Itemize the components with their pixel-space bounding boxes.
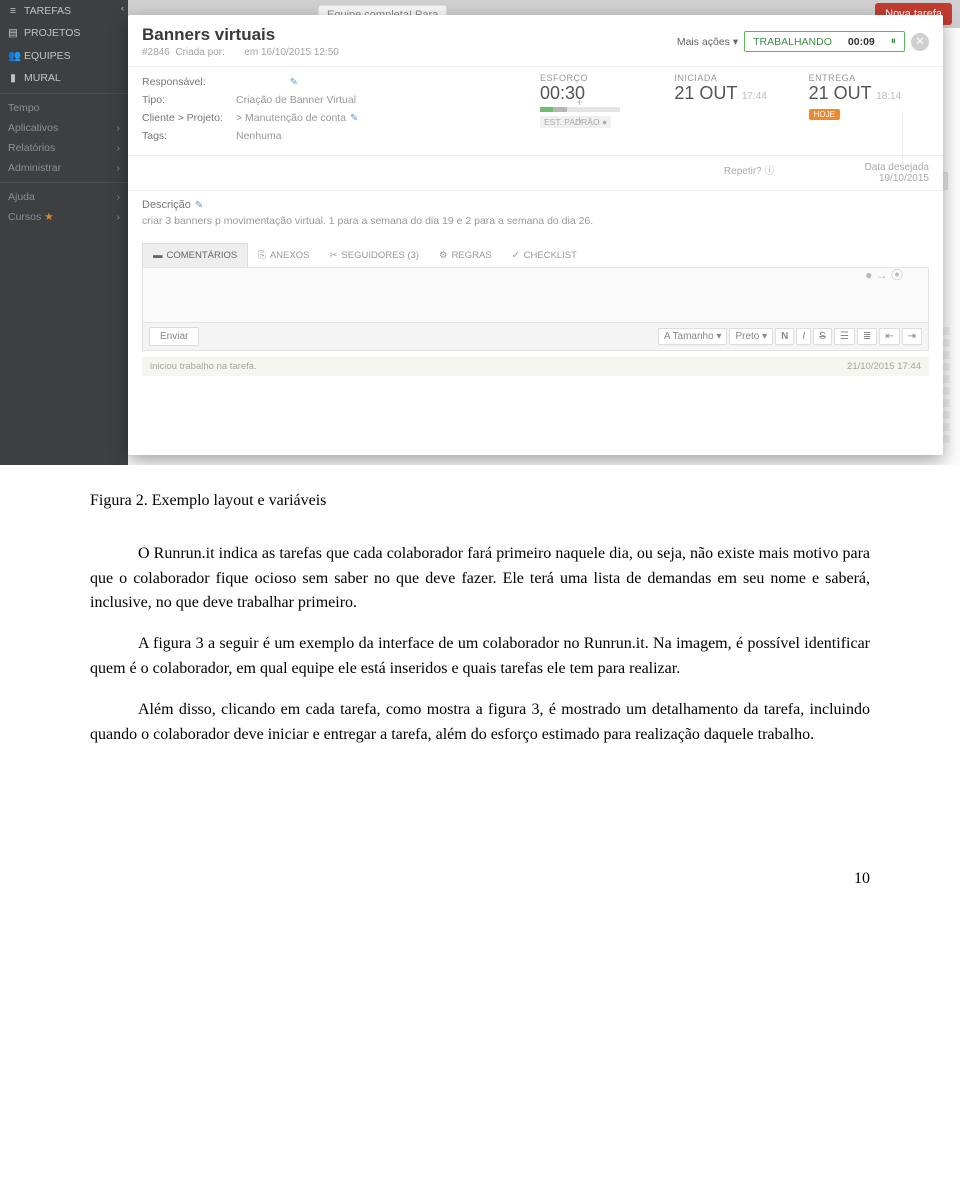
teams-icon: 👥 [8,49,18,62]
sidebar: ‹ ≡ TAREFAS ▤ PROJETOS 👥 EQUIPES ▮ MURAL Tem… [0,0,128,465]
desired-date: Data desejada19/10/2015 [865,162,930,184]
paragraph: A figura 3 a seguir é um exemplo da inte… [90,632,870,682]
edit-icon[interactable]: ✎ [195,200,203,211]
mural-icon: ▮ [8,72,18,84]
sidebar-item-projetos[interactable]: ▤ PROJETOS [0,22,128,44]
font-color-dropdown[interactable]: Preto ▾ [729,328,773,345]
comment-textarea[interactable] [143,268,928,322]
projects-icon: ▤ [8,27,18,39]
indent-button[interactable]: ⇤ [879,328,899,345]
tab-regras[interactable]: ⚙REGRAS [429,243,502,267]
rules-icon: ⚙ [439,250,448,261]
task-status-badge[interactable]: TRABALHANDO 00:09 ⏸ [744,31,905,52]
sidebar-item-mural[interactable]: ▮ MURAL [0,67,128,89]
client-project-label: Cliente > Projeto: [142,112,236,124]
comment-icon: ▬ [153,250,163,261]
strike-button[interactable]: S [813,328,832,345]
sidebar-item-administrar[interactable]: Administrar› [0,158,128,178]
ol-button[interactable]: ≣ [857,328,877,345]
italic-button[interactable]: I [796,328,811,345]
sidebar-item-label: PROJETOS [24,27,80,39]
tab-checklist[interactable]: ✓CHECKLIST [502,243,587,267]
more-actions-dropdown[interactable]: Mais ações ▾ [677,36,738,48]
tags-value[interactable]: Nenhuma [236,130,282,142]
edit-icon[interactable]: ✎ [290,77,298,88]
effort-value: 00:30 [540,83,660,104]
sidebar-item-equipes[interactable]: 👥 EQUIPES [0,44,128,67]
tab-seguidores[interactable]: ✂SEGUIDORES (3) [319,243,429,267]
close-icon[interactable]: ✕ [911,33,929,51]
sidebar-item-ajuda[interactable]: Ajuda› [0,187,128,207]
responsible-value[interactable]: ✎ [236,76,298,88]
sidebar-item-label: EQUIPES [24,50,71,62]
plus-icon[interactable]: + [576,95,583,109]
started-time: 17:44 [742,91,767,102]
started-card: INICIADA 21 OUT 17:44 [674,73,794,145]
log-text: iniciou trabalho na tarefa. [150,361,257,372]
paragraph: Além disso, clicando em cada tarefa, com… [90,698,870,748]
sidebar-item-relatorios[interactable]: Relatórios› [0,138,128,158]
due-card: ENTREGA 21 OUT 18:14 HOJE [809,73,929,145]
responsible-label: Responsável: [142,76,236,88]
task-meta: #2846 Criada por: em 16/10/2015 12:50 [142,47,339,58]
font-size-dropdown[interactable]: A Tamanho ▾ [658,328,728,345]
task-title: Banners virtuais [142,25,339,45]
document-body: Figura 2. Exemplo layout e variáveis O R… [90,489,870,892]
app-screenshot: ‹ ≡ TAREFAS ▤ PROJETOS 👥 EQUIPES ▮ MURAL Tem… [0,0,960,465]
sidebar-item-cursos[interactable]: Cursos ★› [0,207,128,227]
started-date: 21 OUT [674,83,737,103]
sidebar-item-tarefas[interactable]: ≡ TAREFAS [0,0,128,22]
attachment-icon: ⎘ [258,250,266,261]
effort-label: ESFORÇO [540,73,660,83]
collaborator-dropdown[interactable]: ● → ⦿ [865,266,903,283]
task-modal: Banners virtuais #2846 Criada por: em 16… [128,15,943,455]
star-icon: ★ [44,211,53,223]
today-badge: HOJE [809,109,840,120]
pause-icon[interactable]: ⏸ [891,35,896,48]
check-icon: ✓ [512,250,520,261]
paragraph: O Runrun.it indica as tarefas que cada c… [90,542,870,616]
client-project-value[interactable]: > Manutenção de conta ✎ [236,112,358,124]
type-label: Tipo: [142,94,236,106]
tab-anexos[interactable]: ⎘ANEXOS [248,243,319,267]
started-label: INICIADA [674,73,794,83]
edit-icon[interactable]: ✎ [350,113,358,124]
description-text: criar 3 banners p movimentação virtual. … [142,215,929,227]
sidebar-item-tempo[interactable]: Tempo [0,98,128,118]
editor-toolbar: A Tamanho ▾ Preto ▾ N I S ☰ ≣ ⇤ ⇥ [658,328,922,345]
tasks-icon: ≡ [8,5,18,17]
task-tabs: ▬COMENTÁRIOS ⎘ANEXOS ✂SEGUIDORES (3) ⚙RE… [142,243,943,267]
tags-label: Tags: [142,130,236,142]
outdent-button[interactable]: ⇥ [902,328,922,345]
status-time: 00:09 [848,36,875,48]
due-date: 21 OUT [809,83,872,103]
bold-button[interactable]: N [775,328,794,345]
log-date: 21/10/2015 17:44 [847,361,921,372]
followers-icon: ✂ [329,250,337,261]
sidebar-item-aplicativos[interactable]: Aplicativos› [0,118,128,138]
sidebar-item-label: MURAL [24,72,61,84]
tab-comentarios[interactable]: ▬COMENTÁRIOS [142,243,248,267]
page-number: 10 [90,867,870,892]
repeat-label[interactable]: Repetir? ⓘ [724,162,775,184]
ul-button[interactable]: ☰ [834,328,855,345]
sidebar-item-label: TAREFAS [24,5,71,17]
effort-card: ESFORÇO 00:30 EST. PADRÃO ● [540,73,660,145]
description-heading: Descrição ✎ [142,199,929,211]
sidebar-collapse-icon[interactable]: ‹ [121,3,124,13]
figure-caption: Figura 2. Exemplo layout e variáveis [90,489,870,514]
due-label: ENTREGA [809,73,929,83]
type-value[interactable]: Criação de Banner Virtual [236,94,356,106]
activity-log-row: iniciou trabalho na tarefa. 21/10/2015 1… [142,357,929,376]
status-label: TRABALHANDO [753,36,832,48]
comment-editor: Enviar A Tamanho ▾ Preto ▾ N I S ☰ ≣ ⇤ ⇥ [142,267,929,351]
send-button[interactable]: Enviar [149,327,199,346]
due-time: 18:14 [876,91,901,102]
plus-icon[interactable]: + [576,113,583,127]
